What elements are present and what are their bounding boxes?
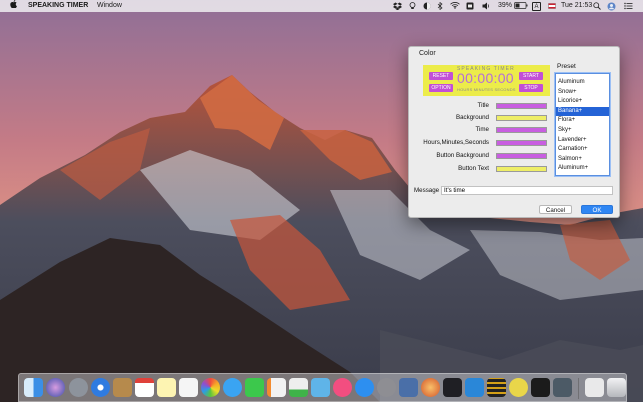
system-preferences-icon[interactable] — [377, 378, 396, 397]
speaking-timer-icon[interactable] — [487, 378, 506, 397]
itunes-icon[interactable] — [333, 378, 352, 397]
timer-app-icon[interactable] — [466, 0, 474, 12]
dock — [18, 373, 627, 402]
preset-item[interactable]: Salmon+ — [556, 155, 609, 165]
bluetooth-icon[interactable] — [437, 0, 443, 12]
screen-capture-icon[interactable] — [553, 378, 572, 397]
launchpad-icon[interactable] — [69, 378, 88, 397]
timer-preview: RESET OPTION SPEAKING TIMER 00:00:00 HOU… — [423, 65, 550, 96]
app-menu[interactable]: SPEAKING TIMER — [28, 0, 88, 12]
battery-percent: 39% — [498, 2, 513, 9]
preset-item[interactable]: Flora+ — [556, 116, 609, 126]
reminders-icon[interactable] — [179, 378, 198, 397]
button-background-color-well[interactable] — [496, 153, 547, 159]
dock-separator — [578, 378, 579, 399]
finder-icon[interactable] — [24, 378, 43, 397]
network-utility-icon[interactable] — [399, 378, 418, 397]
message-input[interactable] — [441, 186, 613, 195]
spotlight-search-icon[interactable] — [593, 0, 601, 12]
calendar-icon[interactable] — [135, 378, 154, 397]
preview-reset-button[interactable]: RESET — [429, 72, 453, 80]
button-text-color-label: Button Text — [458, 165, 489, 172]
preset-item[interactable]: Carnation+ — [556, 145, 609, 155]
banana-app-icon[interactable] — [509, 378, 528, 397]
preview-stop-button[interactable]: STOP — [519, 84, 543, 92]
messages-icon[interactable] — [223, 378, 242, 397]
menu-bar: SPEAKING TIMER Window 39% A Tue 21:53 — [0, 0, 643, 12]
document-icon[interactable] — [585, 378, 604, 397]
title-color-well[interactable] — [496, 103, 547, 109]
time-color-label: Time — [475, 126, 489, 133]
numbers-icon[interactable] — [289, 378, 308, 397]
input-source-indicator[interactable]: A — [532, 1, 541, 11]
title-color-label: Title — [477, 102, 489, 109]
contacts-icon[interactable] — [113, 378, 132, 397]
ok-button[interactable]: OK — [581, 205, 613, 214]
window-menu[interactable]: Window — [97, 0, 122, 12]
firefox-icon[interactable] — [421, 378, 440, 397]
wifi-icon[interactable] — [450, 0, 460, 12]
photos-icon[interactable] — [201, 378, 220, 397]
unity-icon[interactable] — [443, 378, 462, 397]
flag-icon[interactable] — [548, 0, 556, 12]
time-color-well[interactable] — [496, 127, 547, 133]
half-moon-icon[interactable] — [423, 0, 431, 12]
keynote-icon[interactable] — [311, 378, 330, 397]
preview-option-button[interactable]: OPTION — [429, 84, 453, 92]
apple-menu-icon[interactable] — [10, 0, 17, 12]
preset-item[interactable]: Sky+ — [556, 126, 609, 136]
preset-item[interactable]: Snow+ — [556, 88, 609, 98]
dialog-title: Color — [419, 50, 436, 57]
background-color-well[interactable] — [496, 115, 547, 121]
notes-icon[interactable] — [157, 378, 176, 397]
preset-item[interactable]: Aluminum — [556, 78, 609, 88]
preview-units: HOURS MINUTES SECONDS — [457, 87, 516, 92]
notification-center-icon[interactable] — [624, 0, 633, 12]
preset-item[interactable]: Licorice+ — [556, 97, 609, 107]
background-color-label: Background — [455, 114, 489, 121]
cancel-button[interactable]: Cancel — [539, 205, 572, 214]
trash-icon[interactable] — [607, 378, 626, 397]
terminal-icon[interactable] — [531, 378, 550, 397]
units-color-well[interactable] — [496, 140, 547, 146]
volume-icon[interactable] — [482, 0, 491, 12]
button-text-color-well[interactable] — [496, 166, 547, 172]
siri-icon[interactable] — [46, 378, 65, 397]
xcode-icon[interactable] — [465, 378, 484, 397]
app-store-icon[interactable] — [355, 378, 374, 397]
pages-icon[interactable] — [267, 378, 286, 397]
safari-icon[interactable] — [91, 378, 110, 397]
units-color-label: Hours,Minutes,Seconds — [423, 139, 489, 146]
preset-item[interactable]: Lavender+ — [556, 136, 609, 146]
color-dialog: Color RESET OPTION SPEAKING TIMER 00:00:… — [408, 46, 620, 218]
button-background-color-label: Button Background — [436, 152, 489, 159]
preset-item[interactable]: Aluminum+ — [556, 164, 609, 174]
preset-label: Preset — [557, 63, 576, 70]
preview-time: 00:00:00 — [457, 70, 514, 86]
bulb-icon[interactable] — [409, 0, 416, 12]
facetime-icon[interactable] — [245, 378, 264, 397]
preset-item-selected[interactable]: Banana+ — [556, 106, 609, 117]
dropbox-icon[interactable] — [393, 0, 402, 12]
user-avatar-icon[interactable] — [607, 0, 616, 12]
preview-start-button[interactable]: START — [519, 72, 543, 80]
menubar-clock[interactable]: Tue 21:53 — [561, 0, 592, 12]
message-label: Message — [414, 187, 440, 194]
battery-icon[interactable] — [514, 0, 528, 12]
preset-list[interactable]: Aluminum Snow+ Licorice+ Banana+ Flora+ … — [555, 73, 610, 176]
